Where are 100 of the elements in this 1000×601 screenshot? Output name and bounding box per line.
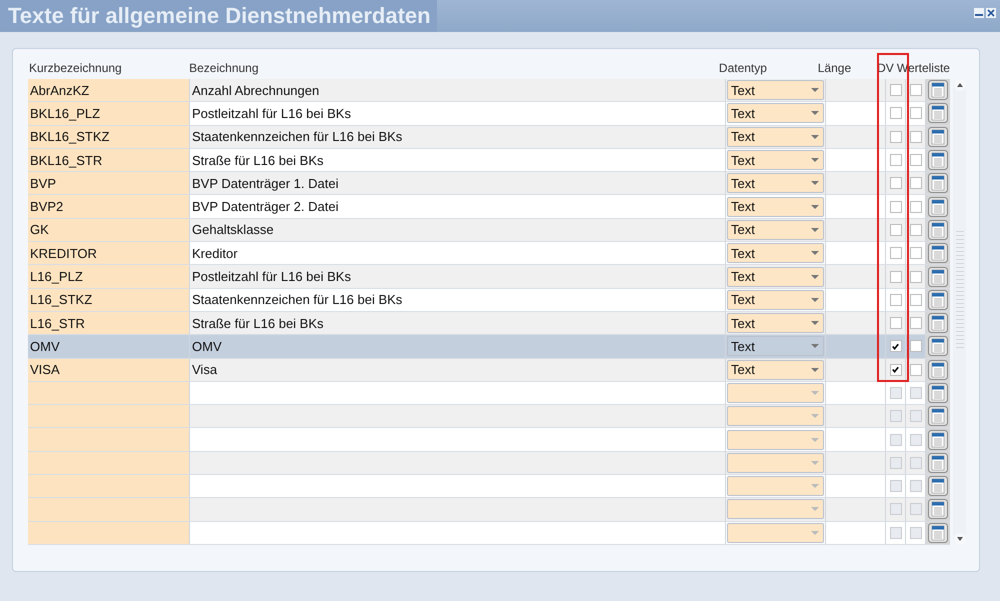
list-checkbox[interactable] bbox=[910, 364, 922, 376]
value-list-icon[interactable] bbox=[928, 126, 948, 147]
table-row[interactable]: GK Gehaltsklasse Text bbox=[28, 218, 950, 242]
value-list-icon[interactable] bbox=[928, 452, 948, 473]
value-list-icon[interactable] bbox=[928, 103, 948, 124]
table-row[interactable]: L16_STKZ Staatenkennzeichen für L16 bei BKs Text bbox=[28, 288, 950, 312]
type-dropdown[interactable] bbox=[727, 499, 824, 520]
list-checkbox[interactable] bbox=[910, 387, 922, 399]
list-checkbox[interactable] bbox=[910, 340, 922, 352]
type-dropdown[interactable] bbox=[727, 476, 824, 496]
list-checkbox[interactable] bbox=[910, 107, 922, 120]
value-list-icon[interactable] bbox=[928, 313, 948, 334]
value-list-icon[interactable] bbox=[928, 150, 948, 170]
list-checkbox[interactable] bbox=[910, 177, 922, 190]
type-dropdown[interactable] bbox=[727, 430, 824, 450]
type-dropdown[interactable]: Text bbox=[727, 103, 824, 124]
value-list-icon[interactable] bbox=[928, 522, 948, 543]
scroll-down-icon[interactable] bbox=[954, 533, 966, 545]
dv-checkbox[interactable] bbox=[890, 340, 902, 352]
value-list-icon[interactable] bbox=[928, 476, 948, 496]
list-checkbox[interactable] bbox=[910, 130, 922, 143]
value-list-icon[interactable] bbox=[928, 80, 948, 100]
minimize-icon[interactable] bbox=[974, 8, 984, 18]
dv-checkbox[interactable] bbox=[890, 317, 902, 330]
table-row[interactable]: BKL16_PLZ Postleitzahl für L16 bei BKs Text bbox=[28, 102, 950, 126]
dv-checkbox[interactable] bbox=[890, 130, 902, 143]
dv-checkbox[interactable] bbox=[890, 247, 902, 260]
type-dropdown[interactable] bbox=[727, 452, 824, 473]
dv-checkbox[interactable] bbox=[890, 107, 902, 120]
value-list-icon[interactable] bbox=[928, 220, 948, 240]
dv-checkbox[interactable] bbox=[890, 294, 902, 306]
type-dropdown[interactable]: Text bbox=[727, 313, 824, 334]
scroll-up-icon[interactable] bbox=[954, 79, 966, 91]
list-checkbox[interactable] bbox=[910, 294, 922, 306]
list-checkbox[interactable] bbox=[910, 317, 922, 330]
dv-checkbox[interactable] bbox=[890, 84, 902, 96]
dv-checkbox[interactable] bbox=[890, 503, 902, 516]
list-checkbox[interactable] bbox=[910, 84, 922, 96]
value-list-icon[interactable] bbox=[928, 243, 948, 264]
type-dropdown[interactable]: Text bbox=[727, 360, 824, 380]
table-row[interactable]: VISA Visa Text bbox=[28, 358, 950, 382]
dv-checkbox[interactable] bbox=[890, 526, 902, 539]
type-dropdown[interactable]: Text bbox=[727, 336, 824, 356]
type-dropdown[interactable]: Text bbox=[727, 150, 824, 170]
type-dropdown[interactable]: Text bbox=[727, 266, 824, 287]
value-list-icon[interactable] bbox=[928, 406, 948, 426]
type-dropdown[interactable] bbox=[727, 406, 824, 426]
dv-checkbox[interactable] bbox=[890, 456, 902, 469]
list-checkbox[interactable] bbox=[910, 224, 922, 236]
type-dropdown[interactable]: Text bbox=[727, 196, 824, 217]
dv-checkbox[interactable] bbox=[890, 224, 902, 236]
dv-checkbox[interactable] bbox=[890, 364, 902, 376]
dv-checkbox[interactable] bbox=[890, 410, 902, 422]
value-list-icon[interactable] bbox=[928, 430, 948, 450]
close-icon[interactable] bbox=[986, 8, 996, 18]
list-checkbox[interactable] bbox=[910, 410, 922, 422]
list-checkbox[interactable] bbox=[910, 247, 922, 260]
table-row[interactable]: KREDITOR Kreditor Text bbox=[28, 242, 950, 266]
column-header: Datentyp bbox=[718, 61, 768, 75]
list-checkbox[interactable] bbox=[910, 270, 922, 283]
caret-icon bbox=[811, 414, 819, 418]
dv-checkbox[interactable] bbox=[890, 434, 902, 446]
list-checkbox[interactable] bbox=[910, 526, 922, 539]
type-dropdown[interactable]: Text bbox=[727, 126, 824, 147]
value-list-icon[interactable] bbox=[928, 360, 948, 380]
dv-checkbox[interactable] bbox=[890, 200, 902, 213]
value-list-icon[interactable] bbox=[928, 290, 948, 310]
type-dropdown[interactable] bbox=[727, 383, 824, 403]
value-list-icon[interactable] bbox=[928, 173, 948, 194]
table-row[interactable]: BKL16_STKZ Staatenkennzeichen für L16 bei BKs Text bbox=[28, 126, 950, 149]
type-dropdown[interactable]: Text bbox=[727, 173, 824, 194]
list-checkbox[interactable] bbox=[910, 503, 922, 516]
scroll-grip[interactable] bbox=[956, 231, 964, 351]
list-checkbox[interactable] bbox=[910, 434, 922, 446]
list-checkbox[interactable] bbox=[910, 456, 922, 469]
type-dropdown[interactable]: Text bbox=[727, 243, 824, 264]
table-row[interactable]: BVP BVP Datenträger 1. Datei Text bbox=[28, 172, 950, 196]
table-row[interactable]: L16_STR Straße für L16 bei BKs Text bbox=[28, 312, 950, 336]
type-dropdown[interactable]: Text bbox=[727, 290, 824, 310]
type-dropdown[interactable]: Text bbox=[727, 220, 824, 240]
value-list-icon[interactable] bbox=[928, 196, 948, 217]
table-row[interactable]: OMV OMV Text bbox=[28, 335, 950, 359]
value-list-icon[interactable] bbox=[928, 499, 948, 520]
table-row[interactable]: BVP2 BVP Datenträger 2. Datei Text bbox=[28, 195, 950, 219]
dv-checkbox[interactable] bbox=[890, 154, 902, 166]
dv-checkbox[interactable] bbox=[890, 270, 902, 283]
value-list-icon[interactable] bbox=[928, 336, 948, 356]
table-row[interactable]: AbrAnzKZ Anzahl Abrechnungen Text bbox=[28, 79, 950, 102]
value-list-icon[interactable] bbox=[928, 383, 948, 403]
type-dropdown[interactable]: Text bbox=[727, 80, 824, 100]
list-checkbox[interactable] bbox=[910, 154, 922, 166]
dv-checkbox[interactable] bbox=[890, 480, 902, 492]
dv-checkbox[interactable] bbox=[890, 387, 902, 399]
list-checkbox[interactable] bbox=[910, 480, 922, 492]
value-list-icon[interactable] bbox=[928, 266, 948, 287]
table-row[interactable]: L16_PLZ Postleitzahl für L16 bei BKs Text bbox=[28, 265, 950, 289]
list-checkbox[interactable] bbox=[910, 200, 922, 213]
type-dropdown[interactable] bbox=[727, 522, 824, 543]
table-row[interactable]: BKL16_STR Straße für L16 bei BKs Text bbox=[28, 148, 950, 172]
dv-checkbox[interactable] bbox=[890, 177, 902, 190]
